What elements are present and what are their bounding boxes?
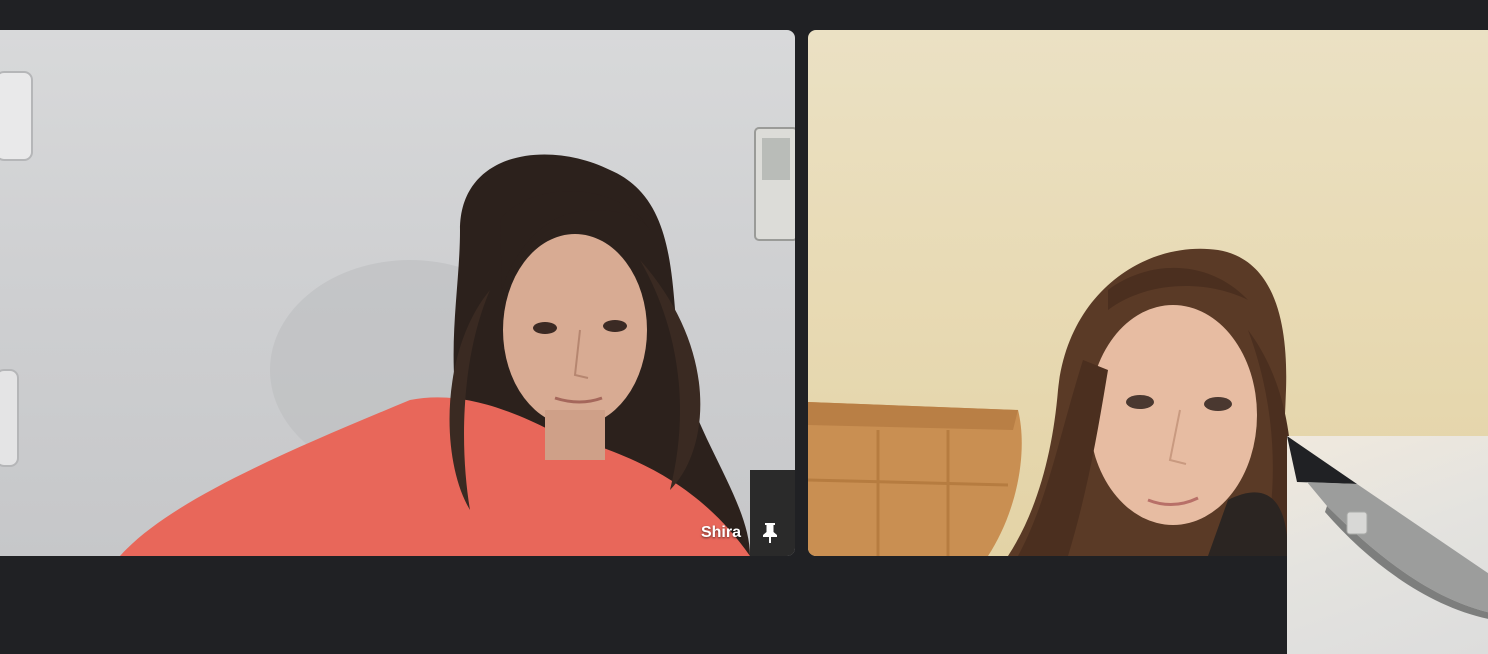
self-view-feed [1287,436,1488,619]
participant-name-label: Shira [700,524,741,541]
pin-button[interactable] [757,520,783,546]
video-feed-shira [0,71,795,556]
participant-tile-shira[interactable]: Shira [0,30,795,556]
meeting-stage: Shira [0,0,1488,654]
pin-icon [763,523,777,543]
self-view-tile[interactable] [1287,436,1488,654]
